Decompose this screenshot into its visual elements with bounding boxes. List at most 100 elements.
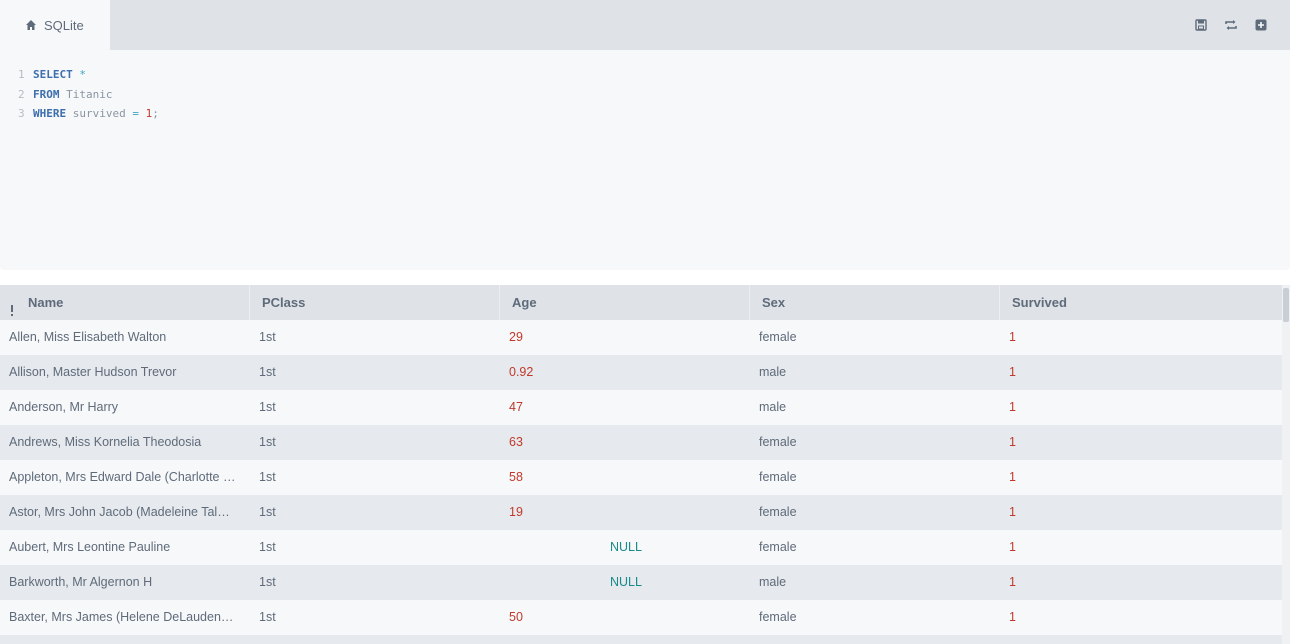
cell-pclass[interactable]: 1st: [250, 320, 500, 355]
cell-survived[interactable]: 1: [1000, 390, 1282, 425]
sql-editor[interactable]: 1 SELECT * 2 FROM Titanic 3 WHERE survived = …: [0, 50, 1290, 270]
cell-age[interactable]: 29: [500, 320, 750, 355]
cell-age[interactable]: 50: [500, 600, 750, 635]
code-token: ;: [152, 107, 159, 120]
table-row[interactable]: [0, 635, 1282, 644]
cell-survived[interactable]: 1: [1000, 320, 1282, 355]
refresh-icon[interactable]: [1224, 18, 1238, 32]
code-token: Titanic: [59, 87, 113, 101]
column-header-pclass[interactable]: PClass: [250, 285, 500, 320]
column-header-label: Sex: [762, 295, 786, 310]
cell-survived[interactable]: 1: [1000, 355, 1282, 390]
cell-name[interactable]: Anderson, Mr Harry: [0, 390, 250, 425]
table-row[interactable]: Anderson, Mr Harry 1st 47 male 1: [0, 390, 1282, 425]
cell-name[interactable]: Allison, Master Hudson Trevor: [0, 355, 250, 390]
table-row[interactable]: Astor, Mrs John Jacob (Madeleine Talmadg…: [0, 495, 1282, 530]
line-number: 3: [18, 107, 25, 120]
cell-sex[interactable]: male: [750, 390, 1000, 425]
cell-survived[interactable]: [1000, 635, 1282, 644]
cell-pclass[interactable]: [250, 635, 500, 644]
cell-age[interactable]: 19: [500, 495, 750, 530]
column-header-label: Survived: [1012, 295, 1067, 310]
cell-sex[interactable]: male: [750, 355, 1000, 390]
cell-name[interactable]: Allen, Miss Elisabeth Walton: [0, 320, 250, 355]
code-token: WHERE: [33, 107, 67, 120]
cell-age[interactable]: 0.92: [500, 355, 750, 390]
cell-survived[interactable]: 1: [1000, 460, 1282, 495]
cell-pclass[interactable]: 1st: [250, 460, 500, 495]
line-number: 2: [18, 87, 25, 101]
column-header-sex[interactable]: Sex: [750, 285, 1000, 320]
cell-survived[interactable]: 1: [1000, 495, 1282, 530]
cell-age[interactable]: 63: [500, 425, 750, 460]
cell-pclass[interactable]: 1st: [250, 425, 500, 460]
cell-sex[interactable]: [750, 635, 1000, 644]
cell-name[interactable]: Aubert, Mrs Leontine Pauline: [0, 530, 250, 565]
cell-sex[interactable]: male: [750, 565, 1000, 600]
cell-sex[interactable]: female: [750, 600, 1000, 635]
table-row[interactable]: Andrews, Miss Kornelia Theodosia 1st 63 fem…: [0, 425, 1282, 460]
table-header: Name PClass Age Sex Survived: [0, 285, 1282, 320]
code-line[interactable]: 3 WHERE survived = 1;: [0, 104, 1290, 124]
plus-square-icon[interactable]: [1254, 18, 1268, 32]
cell-survived[interactable]: 1: [1000, 530, 1282, 565]
column-header-name[interactable]: Name: [0, 285, 250, 320]
cell-pclass[interactable]: 1st: [250, 355, 500, 390]
home-icon: [25, 19, 37, 31]
cell-name[interactable]: Appleton, Mrs Edward Dale (Charlotte Lam…: [0, 460, 250, 495]
vertical-scrollbar[interactable]: [1282, 285, 1290, 644]
code-token: *: [79, 68, 86, 81]
tab-label: SQLite: [44, 17, 84, 33]
cell-sex[interactable]: female: [750, 460, 1000, 495]
cell-pclass[interactable]: 1st: [250, 495, 500, 530]
cell-sex[interactable]: female: [750, 495, 1000, 530]
results-grid: Name PClass Age Sex Survived Allen, Miss…: [0, 285, 1290, 644]
cell-sex[interactable]: female: [750, 320, 1000, 355]
cell-age[interactable]: [500, 635, 750, 644]
tab-sqlite[interactable]: SQLite: [0, 0, 110, 50]
table-row[interactable]: Allison, Master Hudson Trevor 1st 0.92 male…: [0, 355, 1282, 390]
table-row[interactable]: Baxter, Mrs James (Helene DeLaudeneire C…: [0, 600, 1282, 635]
save-icon[interactable]: [1194, 18, 1208, 32]
cell-age[interactable]: 47: [500, 390, 750, 425]
code-token: =: [132, 107, 139, 120]
table-row[interactable]: Appleton, Mrs Edward Dale (Charlotte Lam…: [0, 460, 1282, 495]
code-line[interactable]: 1 SELECT *: [0, 65, 1290, 85]
cell-survived[interactable]: 1: [1000, 565, 1282, 600]
cell-name[interactable]: Andrews, Miss Kornelia Theodosia: [0, 425, 250, 460]
table-row[interactable]: Allen, Miss Elisabeth Walton 1st 29 female 1: [0, 320, 1282, 355]
cell-pclass[interactable]: 1st: [250, 390, 500, 425]
table-row[interactable]: Barkworth, Mr Algernon H 1st NULL male 1: [0, 565, 1282, 600]
code-token: FROM: [33, 87, 60, 101]
editor-toolbar: [1194, 18, 1268, 32]
cell-sex[interactable]: female: [750, 425, 1000, 460]
tab-bar: SQLite: [0, 0, 1290, 50]
table-row[interactable]: Aubert, Mrs Leontine Pauline 1st NULL femal…: [0, 530, 1282, 565]
cell-name[interactable]: [0, 635, 250, 644]
cell-pclass[interactable]: 1st: [250, 530, 500, 565]
cell-sex[interactable]: female: [750, 530, 1000, 565]
column-header-label: PClass: [262, 295, 306, 310]
cell-name[interactable]: Baxter, Mrs James (Helene DeLaudeneire C…: [0, 600, 250, 635]
column-menu-icon[interactable]: [10, 295, 14, 316]
cell-survived[interactable]: 1: [1000, 600, 1282, 635]
scrollbar-thumb[interactable]: [1283, 288, 1289, 322]
line-number: 1: [18, 68, 25, 81]
cell-age[interactable]: 58: [500, 460, 750, 495]
column-header-age[interactable]: Age: [500, 285, 750, 320]
code-token: 1: [145, 107, 153, 120]
table-body: Allen, Miss Elisabeth Walton 1st 29 female 1…: [0, 320, 1282, 644]
cell-age[interactable]: NULL: [500, 565, 750, 600]
code-line[interactable]: 2 FROM Titanic: [0, 85, 1290, 105]
cell-survived[interactable]: 1: [1000, 425, 1282, 460]
cell-pclass[interactable]: 1st: [250, 565, 500, 600]
cell-name[interactable]: Astor, Mrs John Jacob (Madeleine Talmadg…: [0, 495, 250, 530]
column-header-label: Age: [512, 295, 537, 310]
code-token: survived: [66, 107, 133, 120]
cell-name[interactable]: Barkworth, Mr Algernon H: [0, 565, 250, 600]
cell-age[interactable]: NULL: [500, 530, 750, 565]
column-header-survived[interactable]: Survived: [1000, 285, 1282, 320]
cell-pclass[interactable]: 1st: [250, 600, 500, 635]
